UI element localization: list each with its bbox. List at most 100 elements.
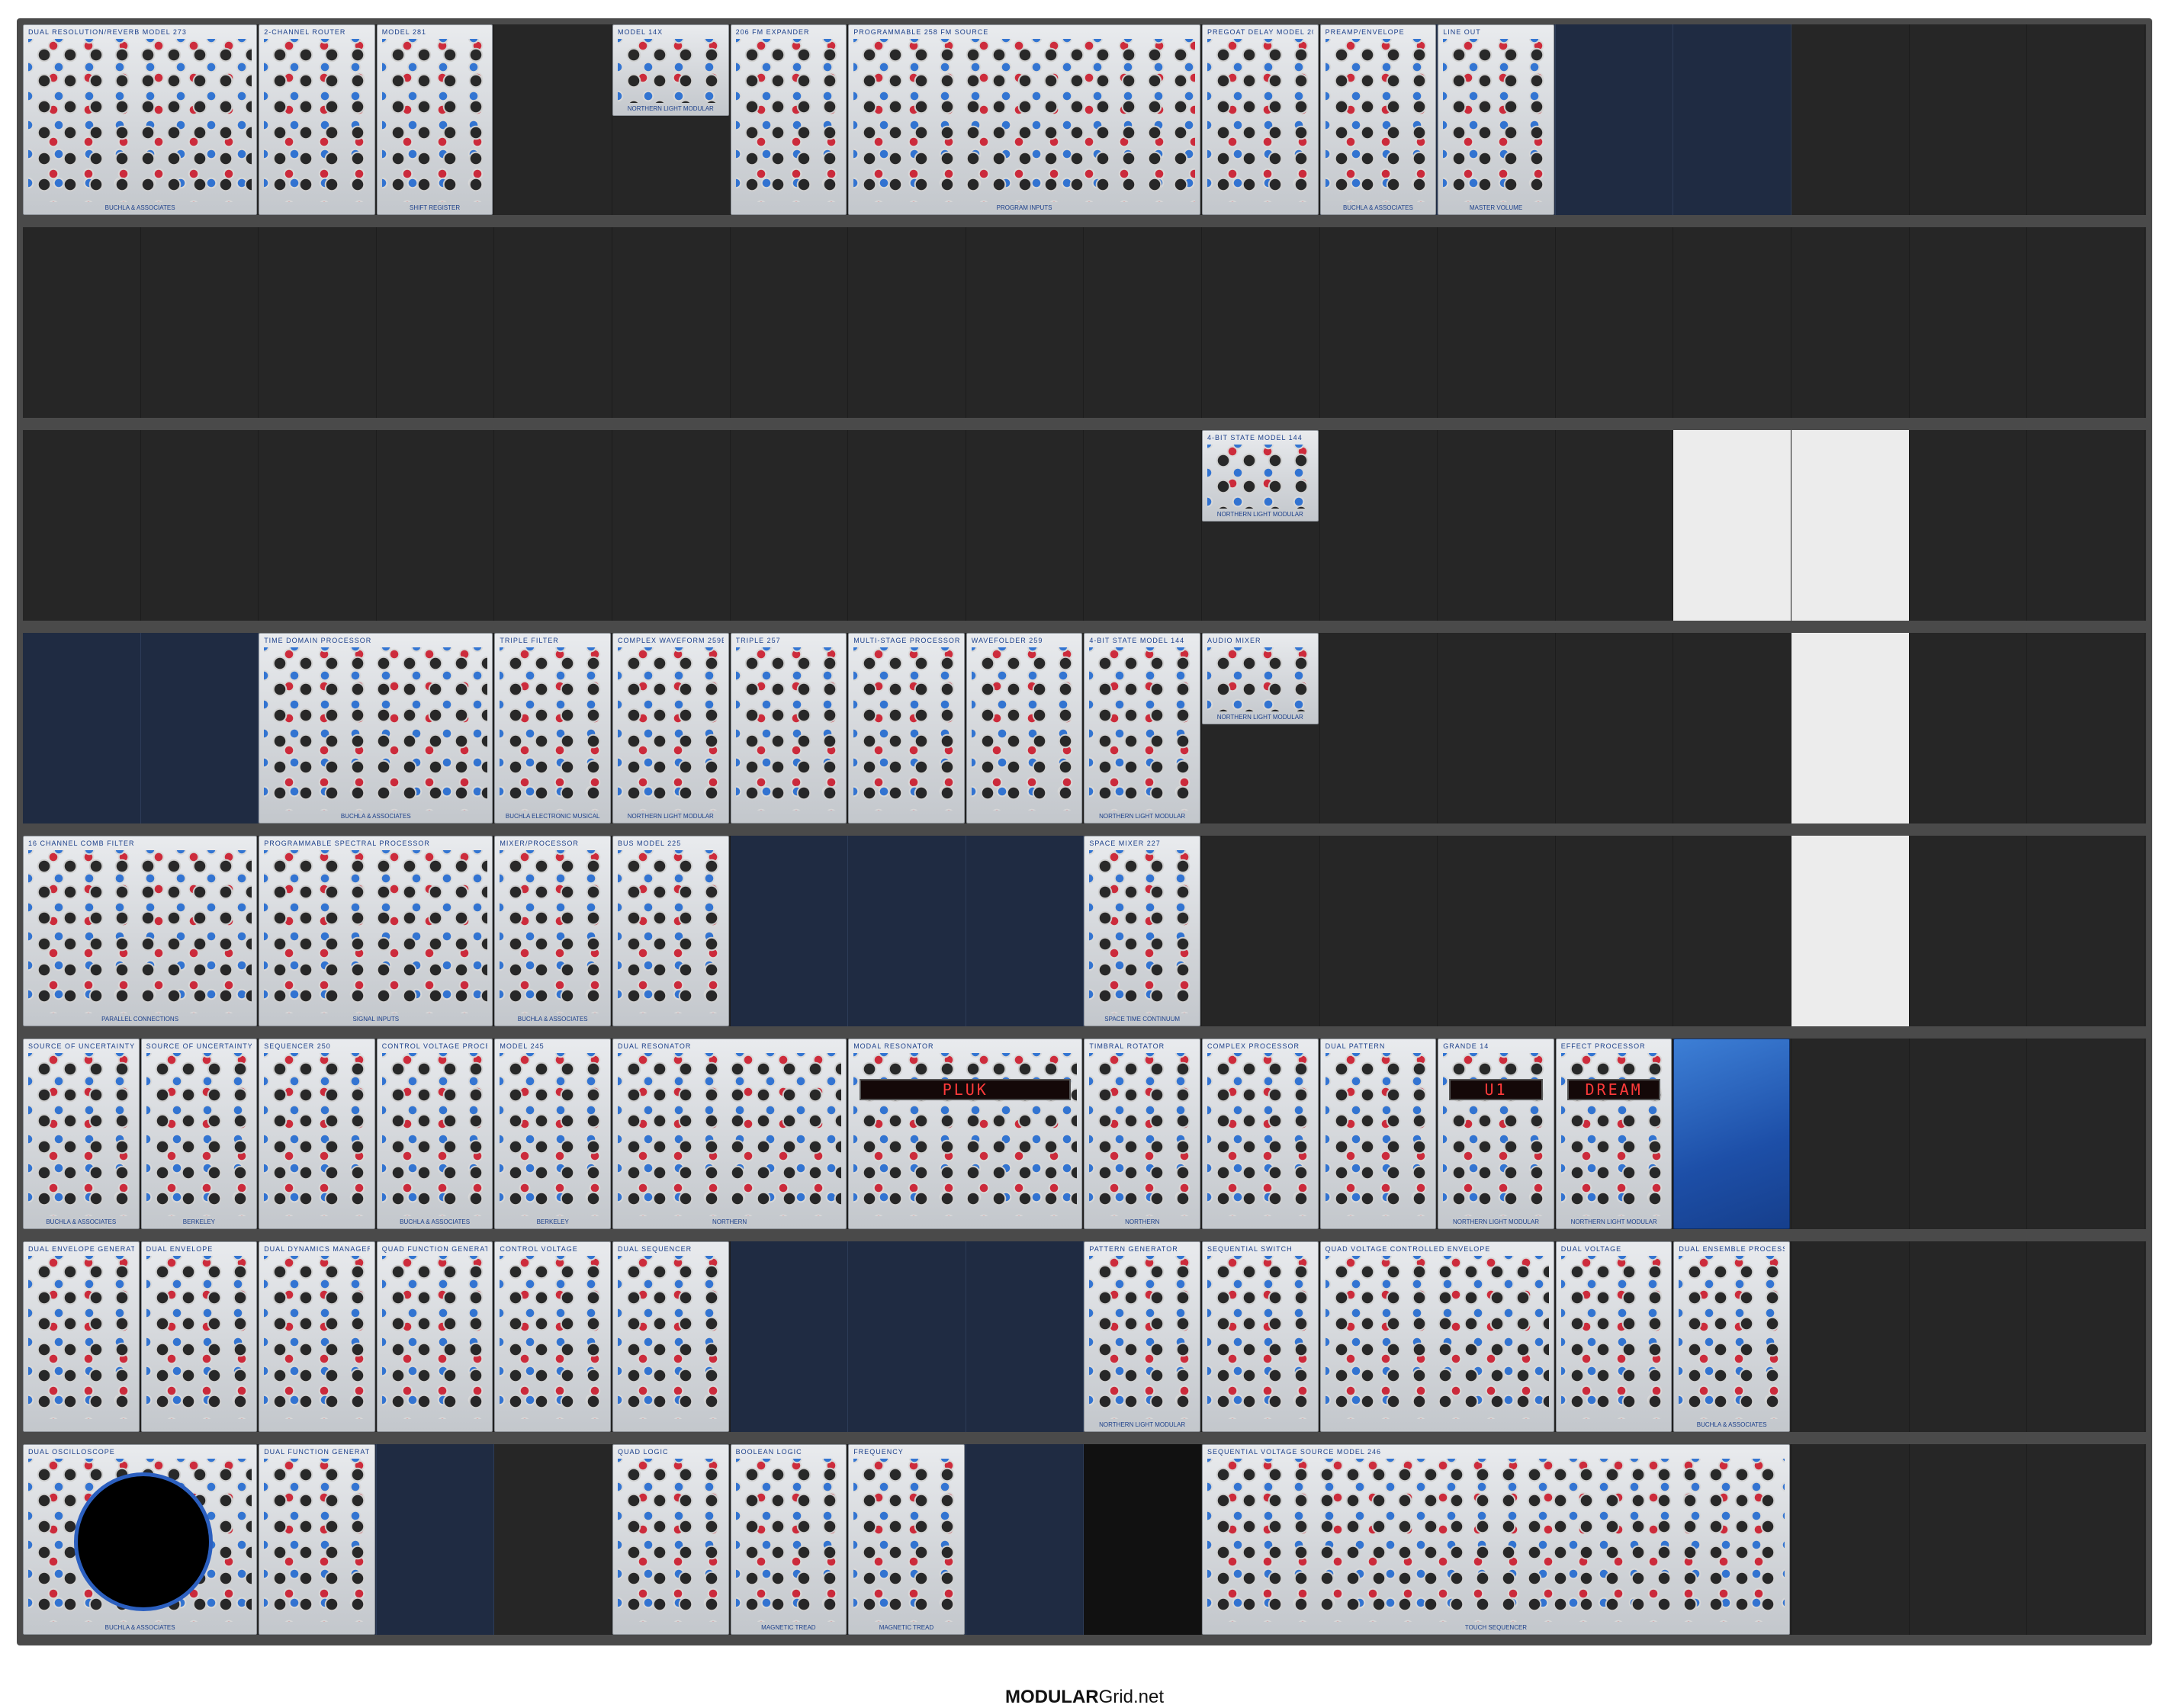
module[interactable]: MODEL 245 BERKELEY: [494, 1039, 611, 1229]
empty-slot[interactable]: [1791, 430, 1910, 621]
empty-slot[interactable]: [494, 24, 612, 215]
module[interactable]: TRIPLE 257: [730, 633, 847, 824]
empty-slot[interactable]: [2027, 430, 2145, 621]
empty-slot[interactable]: [1202, 227, 1320, 418]
empty-slot[interactable]: [1673, 430, 1791, 621]
empty-slot[interactable]: [1791, 227, 1910, 418]
module[interactable]: DUAL RESOLUTION/REVERB MODEL 273 BUCHLA &…: [23, 24, 258, 215]
empty-slot[interactable]: [2027, 24, 2145, 215]
empty-slot[interactable]: [1909, 24, 2028, 215]
module[interactable]: DUAL PATTERN: [1319, 1039, 1437, 1229]
empty-slot[interactable]: [1673, 227, 1791, 418]
empty-slot[interactable]: [140, 227, 259, 418]
empty-slot[interactable]: [1909, 1444, 2028, 1635]
module[interactable]: MULTI-STAGE PROCESSOR: [848, 633, 965, 824]
module[interactable]: 2-CHANNEL ROUTER: [259, 24, 375, 215]
empty-slot[interactable]: [23, 633, 141, 824]
module[interactable]: SEQUENTIAL VOLTAGE SOURCE MODEL 246 TOUCH…: [1202, 1444, 1790, 1635]
module[interactable]: SOURCE OF UNCERTAINTY BUCHLA & ASSOCIATES: [23, 1039, 140, 1229]
empty-slot[interactable]: [140, 633, 259, 824]
module[interactable]: DUAL RESONATOR NORTHERN: [612, 1039, 847, 1229]
module[interactable]: DUAL ENVELOPE GENERATOR: [23, 1241, 140, 1432]
empty-slot[interactable]: [1438, 430, 1556, 621]
empty-slot[interactable]: [1791, 1241, 1910, 1432]
empty-slot[interactable]: [1319, 227, 1438, 418]
empty-slot[interactable]: [1909, 633, 2028, 824]
empty-slot[interactable]: [376, 1444, 495, 1635]
module[interactable]: QUAD VOLTAGE CONTROLLED ENVELOPE: [1319, 1241, 1554, 1432]
empty-slot[interactable]: [848, 1241, 966, 1432]
module[interactable]: DUAL SEQUENCER: [612, 1241, 729, 1432]
empty-slot[interactable]: [2027, 1241, 2145, 1432]
empty-slot[interactable]: [1438, 227, 1556, 418]
empty-slot[interactable]: [1084, 1444, 1202, 1635]
modulargrid-logo[interactable]: MODULARGrid.net: [0, 1687, 2169, 1708]
empty-slot[interactable]: [1555, 430, 1674, 621]
empty-slot[interactable]: [848, 430, 966, 621]
empty-slot[interactable]: [2027, 633, 2145, 824]
module[interactable]: SEQUENCER 250: [259, 1039, 375, 1229]
empty-slot[interactable]: [259, 227, 377, 418]
module[interactable]: MODEL 14X NORTHERN LIGHT MODULAR: [612, 24, 729, 116]
module[interactable]: 4-BIT STATE MODEL 144 NORTHERN LIGHT MODU…: [1202, 430, 1319, 522]
module[interactable]: LINE OUT MASTER VOLUME: [1438, 24, 1554, 215]
module[interactable]: TRIPLE FILTER BUCHLA ELECTRONIC MUSICAL: [494, 633, 611, 824]
module[interactable]: QUAD FUNCTION GENERATOR: [376, 1241, 493, 1432]
module[interactable]: PATTERN GENERATOR NORTHERN LIGHT MODULAR: [1084, 1241, 1200, 1432]
empty-slot[interactable]: [1909, 1241, 2028, 1432]
module[interactable]: GRANDE 14 NORTHERN LIGHT MODULAR U1: [1438, 1039, 1554, 1229]
empty-slot[interactable]: [1673, 633, 1791, 824]
empty-slot[interactable]: [1791, 633, 1910, 824]
module[interactable]: 4-BIT STATE MODEL 144 NORTHERN LIGHT MODU…: [1084, 633, 1200, 824]
empty-slot[interactable]: [1319, 430, 1438, 621]
module[interactable]: AUDIO MIXER NORTHERN LIGHT MODULAR: [1202, 633, 1319, 724]
empty-slot[interactable]: [494, 1444, 612, 1635]
module[interactable]: MODAL RESONATOR PLUK: [848, 1039, 1083, 1229]
empty-slot[interactable]: [966, 227, 1084, 418]
module[interactable]: SEQUENTIAL SWITCH: [1202, 1241, 1319, 1432]
empty-slot[interactable]: [1555, 633, 1674, 824]
empty-slot[interactable]: [1084, 430, 1202, 621]
empty-slot[interactable]: [1791, 1039, 1910, 1229]
module[interactable]: QUAD LOGIC: [612, 1444, 729, 1635]
empty-slot[interactable]: [848, 836, 966, 1026]
module[interactable]: WAVEFOLDER 259: [966, 633, 1083, 824]
module[interactable]: SPACE MIXER 227 SPACE TIME CONTINUUM: [1084, 836, 1200, 1026]
empty-slot[interactable]: [494, 227, 612, 418]
module[interactable]: PROGRAMMABLE SPECTRAL PROCESSOR SIGNAL IN…: [259, 836, 493, 1026]
empty-slot[interactable]: [1319, 836, 1438, 1026]
empty-slot[interactable]: [23, 227, 141, 418]
empty-slot[interactable]: [376, 227, 495, 418]
empty-slot[interactable]: [259, 430, 377, 621]
empty-slot[interactable]: [848, 227, 966, 418]
module[interactable]: DUAL ENSEMBLE PROCESSOR BUCHLA & ASSOCIAT…: [1673, 1241, 1790, 1432]
empty-slot[interactable]: [612, 430, 731, 621]
empty-slot[interactable]: [140, 430, 259, 621]
empty-slot[interactable]: [1909, 836, 2028, 1026]
empty-slot[interactable]: [2027, 1444, 2145, 1635]
module[interactable]: SOURCE OF UNCERTAINTY 266 BERKELEY: [140, 1039, 258, 1229]
empty-slot[interactable]: [494, 430, 612, 621]
empty-slot[interactable]: [966, 1444, 1084, 1635]
empty-slot[interactable]: [730, 1241, 849, 1432]
module[interactable]: EFFECT PROCESSOR NORTHERN LIGHT MODULAR DR…: [1555, 1039, 1673, 1229]
empty-slot[interactable]: [730, 836, 849, 1026]
empty-slot[interactable]: [1791, 24, 1910, 215]
empty-slot[interactable]: [966, 1241, 1084, 1432]
module[interactable]: FREQUENCY MAGNETIC TREAD: [848, 1444, 965, 1635]
module[interactable]: 206 FM EXPANDER: [730, 24, 847, 215]
empty-slot[interactable]: [1555, 227, 1674, 418]
module[interactable]: TIME DOMAIN PROCESSOR BUCHLA & ASSOCIATES: [259, 633, 493, 824]
module[interactable]: [1673, 1039, 1790, 1229]
empty-slot[interactable]: [1438, 836, 1556, 1026]
module[interactable]: CONTROL VOLTAGE PROCESSOR BUCHLA & ASSOCI…: [376, 1039, 493, 1229]
module[interactable]: DUAL DYNAMICS MANAGER: [259, 1241, 375, 1432]
empty-slot[interactable]: [23, 430, 141, 621]
module[interactable]: BOOLEAN LOGIC MAGNETIC TREAD: [730, 1444, 847, 1635]
empty-slot[interactable]: [1673, 24, 1791, 215]
module[interactable]: MODEL 281 SHIFT REGISTER: [376, 24, 493, 215]
empty-slot[interactable]: [1673, 836, 1791, 1026]
module[interactable]: DUAL VOLTAGE: [1555, 1241, 1673, 1432]
module[interactable]: TIMBRAL ROTATOR NORTHERN: [1084, 1039, 1200, 1229]
module[interactable]: BUS MODEL 225: [612, 836, 729, 1026]
